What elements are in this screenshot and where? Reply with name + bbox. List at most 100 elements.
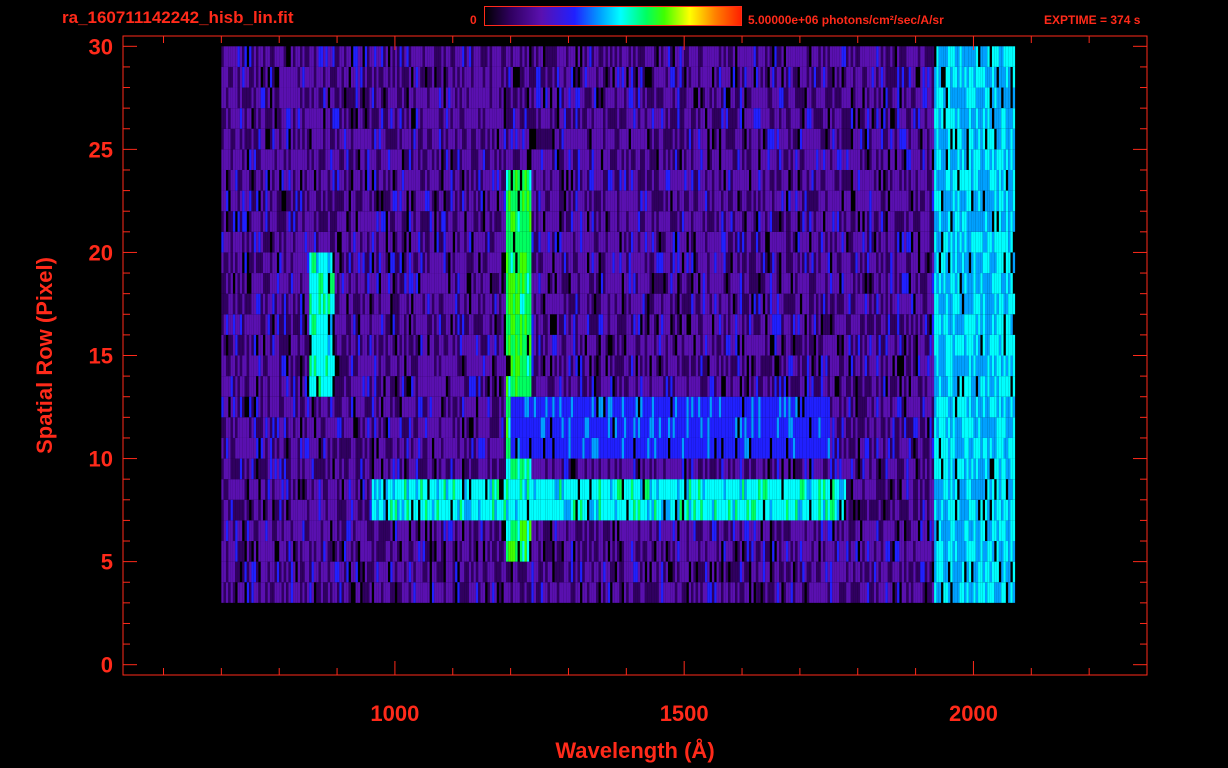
heatmap-cell — [737, 561, 740, 583]
heatmap-cell — [1003, 582, 1006, 603]
heatmap-cell — [566, 396, 569, 418]
heatmap-cell — [654, 479, 657, 500]
heatmap-cell — [1005, 520, 1009, 542]
heatmap-cell — [418, 437, 421, 459]
heatmap-cell — [538, 334, 541, 356]
heatmap-cell — [839, 541, 842, 562]
heatmap-cell — [924, 499, 928, 521]
heatmap-cell — [790, 499, 793, 521]
heatmap-cell — [591, 437, 594, 459]
heatmap-cell — [755, 582, 759, 603]
heatmap-cell — [776, 561, 780, 583]
heatmap-cell — [665, 561, 668, 583]
heatmap-cell — [246, 293, 250, 315]
heatmap-cell — [464, 520, 467, 542]
heatmap-cell — [515, 541, 518, 562]
heatmap-cell — [994, 437, 997, 459]
heatmap-cell — [797, 561, 800, 583]
heatmap-cell — [293, 479, 296, 500]
heatmap-cell — [885, 479, 888, 500]
heatmap-cell — [526, 458, 530, 480]
heatmap-cell — [978, 396, 981, 418]
heatmap-cell — [630, 417, 634, 438]
heatmap-cell — [1012, 458, 1016, 480]
heatmap-cell — [661, 314, 664, 335]
heatmap-cell — [540, 479, 544, 500]
heatmap-cell — [890, 561, 893, 583]
heatmap-cell — [617, 355, 620, 377]
heatmap-cell — [855, 355, 858, 377]
heatmap-cell — [755, 437, 759, 459]
heatmap-cell — [647, 334, 650, 356]
heatmap-cell — [721, 273, 724, 294]
heatmap-cell — [952, 458, 955, 480]
heatmap-cell — [723, 293, 726, 315]
heatmap-cell — [825, 520, 828, 542]
heatmap-cell — [804, 293, 807, 315]
heatmap-cell — [408, 499, 412, 521]
heatmap-cell — [1012, 355, 1016, 377]
heatmap-cell — [556, 582, 560, 603]
heatmap-cell — [443, 582, 446, 603]
heatmap-cell — [989, 376, 992, 397]
heatmap-cell — [943, 314, 946, 335]
heatmap-cell — [605, 417, 608, 438]
heatmap-cell — [295, 582, 298, 603]
heatmap-cell — [540, 437, 544, 459]
heatmap-cell — [295, 417, 298, 438]
heatmap-cell — [649, 396, 652, 418]
heatmap-cell — [598, 499, 601, 521]
heatmap-cell — [688, 396, 692, 418]
heatmap-cell — [376, 561, 379, 583]
heatmap-cell — [547, 314, 550, 335]
heatmap-cell — [369, 458, 372, 480]
heatmap-cell — [866, 293, 870, 315]
heatmap-cell — [943, 582, 946, 603]
heatmap-cell — [228, 293, 231, 315]
heatmap-cell — [281, 582, 284, 603]
heatmap-cell — [554, 520, 557, 542]
heatmap-cell — [249, 520, 252, 542]
heatmap-cell — [346, 479, 349, 500]
heatmap-cell — [883, 417, 886, 438]
heatmap-cell — [570, 417, 574, 438]
heatmap-cell — [494, 437, 497, 459]
heatmap-cell — [223, 437, 226, 459]
heatmap-cell — [892, 561, 895, 583]
heatmap-cell — [827, 396, 830, 418]
heatmap-cell — [630, 458, 634, 480]
heatmap-cell — [725, 479, 729, 500]
heatmap-cell — [843, 334, 847, 356]
heatmap-cell — [593, 582, 597, 603]
heatmap-cell — [931, 376, 935, 397]
heatmap-cell — [462, 376, 465, 397]
heatmap-cell — [758, 355, 761, 377]
heatmap-cell — [862, 561, 865, 583]
heatmap-cell — [802, 499, 805, 521]
heatmap-cell — [998, 479, 1002, 500]
heatmap-cell — [471, 314, 474, 335]
heatmap-cell — [503, 479, 506, 500]
heatmap-cell — [957, 499, 960, 521]
heatmap-cell — [985, 582, 988, 603]
heatmap-cell — [656, 479, 659, 500]
heatmap-cell — [559, 314, 562, 335]
heatmap-cell — [649, 582, 652, 603]
heatmap-cell — [515, 293, 518, 315]
heatmap-cell — [378, 458, 382, 480]
heatmap-cell — [221, 314, 224, 335]
heatmap-cell — [846, 582, 849, 603]
heatmap-cell — [994, 376, 997, 397]
heatmap-cell — [279, 334, 282, 356]
heatmap-cell — [431, 334, 435, 356]
heatmap-cell — [543, 458, 546, 480]
heatmap-cell — [876, 376, 879, 397]
heatmap-cell — [295, 293, 298, 315]
heatmap-cell — [267, 561, 270, 583]
heatmap-cell — [823, 458, 826, 480]
heatmap-cell — [471, 499, 474, 521]
heatmap-cell — [649, 479, 652, 500]
heatmap-cell — [591, 355, 594, 377]
heatmap-cell — [376, 334, 379, 356]
heatmap-cell — [598, 314, 601, 335]
